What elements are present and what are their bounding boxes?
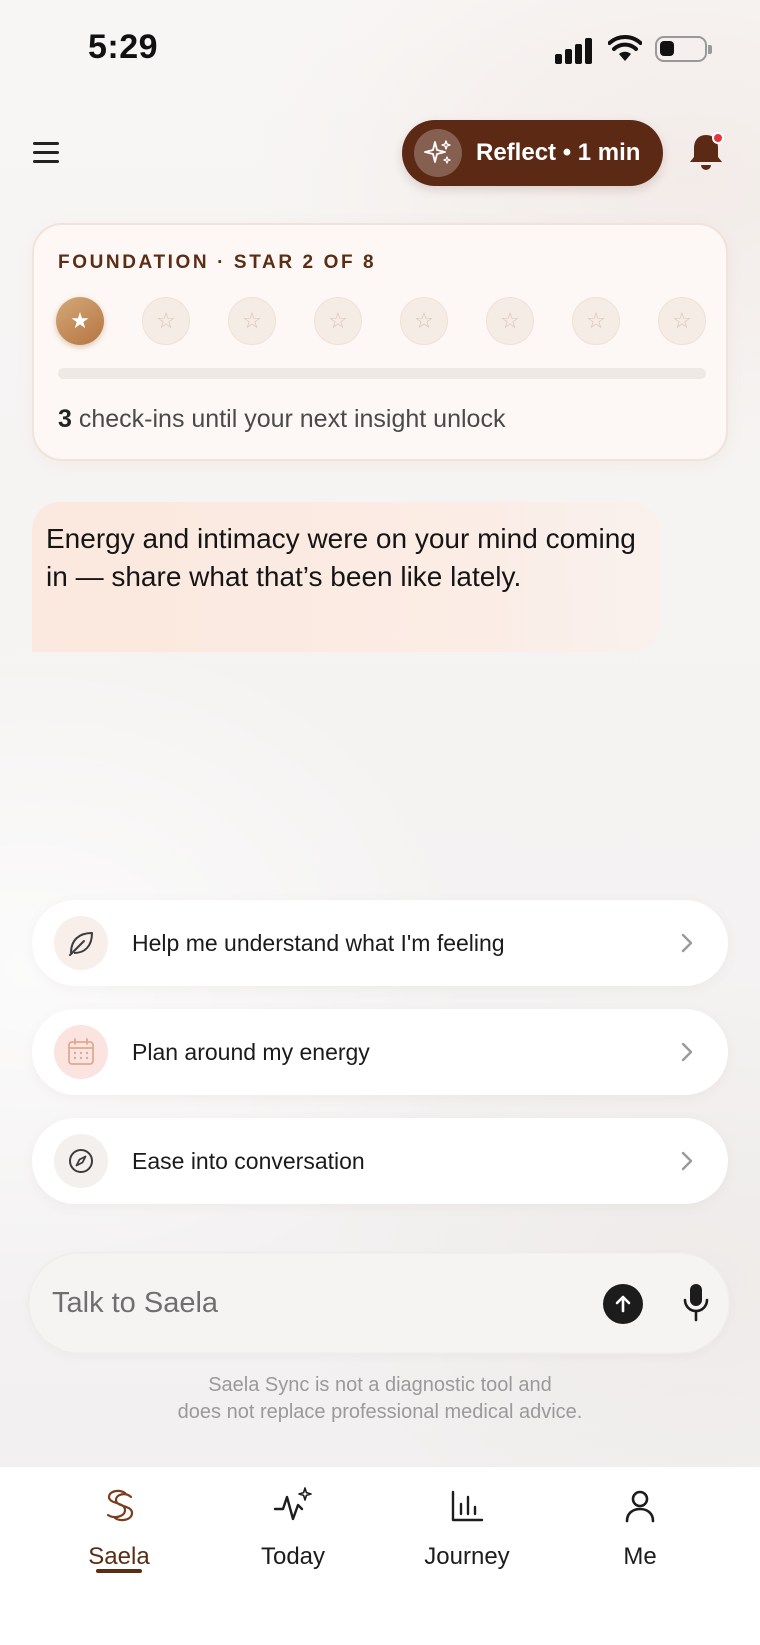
assistant-message-bubble: Energy and intimacy were on your mind co… (32, 502, 660, 652)
tab-today[interactable]: Today (218, 1467, 368, 1587)
bar-chart-icon (446, 1485, 488, 1527)
send-button[interactable] (603, 1284, 643, 1324)
star-empty-icon: ☆ (142, 297, 190, 345)
star-empty-icon: ☆ (400, 297, 448, 345)
tab-label: Saela (88, 1543, 150, 1570)
suggestion-ease-conversation[interactable]: Ease into conversation (32, 1118, 728, 1204)
notifications-button[interactable] (686, 130, 726, 174)
progress-title: FOUNDATION · STAR 2 OF 8 (58, 252, 377, 273)
reflect-label: Reflect • 1 min (476, 139, 641, 166)
menu-button[interactable] (30, 138, 62, 168)
suggestion-label: Plan around my energy (132, 1038, 370, 1065)
message-composer (28, 1252, 730, 1354)
activity-sparkle-icon (272, 1485, 314, 1527)
microphone-button[interactable] (678, 1280, 714, 1326)
medical-disclaimer: Saela Sync is not a diagnostic tool and … (0, 1372, 760, 1426)
disclaimer-line-2: does not replace professional medical ad… (177, 1401, 583, 1423)
checkins-text: check-ins until your next insight unlock (71, 405, 506, 433)
person-icon (619, 1485, 661, 1527)
disclaimer-line-1: Saela Sync is not a diagnostic tool and (208, 1374, 552, 1396)
progress-card: FOUNDATION · STAR 2 OF 8 ★ ☆ ☆ ☆ ☆ ☆ ☆ ☆ 3 chec… (32, 223, 728, 461)
assistant-message-text: Energy and intimacy were on your mind co… (46, 523, 636, 592)
cellular-signal-icon (555, 36, 595, 64)
reflect-button[interactable]: Reflect • 1 min (402, 120, 663, 186)
arrow-up-icon (615, 1295, 631, 1313)
star-filled-icon: ★ (56, 297, 104, 345)
tab-label: Today (260, 1543, 326, 1570)
bottom-tab-bar: Saela Today Journey Me (0, 1466, 760, 1645)
compass-icon (54, 1134, 108, 1188)
tab-me[interactable]: Me (565, 1467, 715, 1587)
suggestion-plan-energy[interactable]: Plan around my energy (32, 1009, 728, 1095)
checkins-note: 3 check-ins until your next insight unlo… (58, 405, 505, 434)
tab-label: Me (623, 1543, 657, 1570)
saela-logo-icon (98, 1485, 140, 1527)
star-empty-icon: ☆ (486, 297, 534, 345)
suggestion-label: Help me understand what I'm feeling (132, 929, 505, 956)
active-tab-indicator (96, 1569, 142, 1573)
chevron-right-icon (672, 1041, 702, 1063)
wifi-icon (607, 34, 643, 62)
checkins-count: 3 (58, 405, 72, 433)
tab-journey[interactable]: Journey (392, 1467, 542, 1587)
star-empty-icon: ☆ (314, 297, 362, 345)
notification-dot (712, 132, 724, 144)
star-empty-icon: ☆ (658, 297, 706, 345)
status-time: 5:29 (88, 28, 159, 66)
calendar-icon (54, 1025, 108, 1079)
message-input[interactable] (52, 1278, 592, 1328)
microphone-icon (683, 1284, 709, 1322)
star-empty-icon: ☆ (572, 297, 620, 345)
progress-bar (58, 368, 706, 379)
tab-saela[interactable]: Saela (44, 1467, 194, 1587)
suggestion-understand-feeling[interactable]: Help me understand what I'm feeling (32, 900, 728, 986)
status-bar: 5:29 (0, 0, 760, 100)
star-empty-icon: ☆ (228, 297, 276, 345)
suggestion-label: Ease into conversation (132, 1147, 365, 1174)
chevron-right-icon (672, 1150, 702, 1172)
stars-row: ★ ☆ ☆ ☆ ☆ ☆ ☆ ☆ (56, 297, 708, 349)
battery-icon (655, 36, 712, 62)
sparkles-icon (414, 129, 462, 177)
leaf-icon (54, 916, 108, 970)
chevron-right-icon (672, 932, 702, 954)
tab-label: Journey (424, 1543, 510, 1570)
